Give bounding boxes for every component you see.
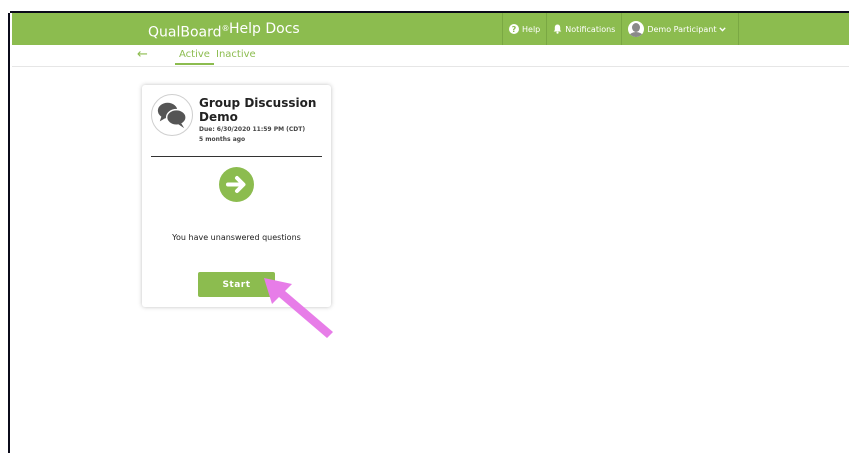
user-name: Demo Participant (647, 24, 717, 34)
chat-bubbles-icon (157, 102, 187, 129)
chevron-down-icon (719, 26, 727, 32)
divider (151, 156, 322, 157)
brand-logo[interactable]: QualBoard® (148, 13, 230, 45)
tab-inactive[interactable]: Inactive (216, 49, 256, 63)
question-icon: ? (509, 24, 519, 34)
avatar-icon (628, 21, 645, 37)
navbar-right: ? Help Notifications Demo Participant (502, 13, 740, 45)
notifications-label: Notifications (565, 24, 616, 34)
help-label: Help (522, 24, 541, 34)
arrow-right-icon (226, 176, 246, 193)
notifications-button[interactable]: Notifications (546, 13, 621, 45)
help-docs-link[interactable]: Help Docs (229, 13, 300, 45)
activity-title: Group Discussion Demo (199, 96, 317, 124)
go-arrow-button[interactable] (219, 167, 254, 202)
discussion-avatar (151, 94, 193, 136)
relative-time: 5 months ago (199, 136, 246, 143)
back-arrow-icon[interactable]: ← (137, 47, 148, 62)
top-navbar: QualBoard® Help Docs ? Help Notification… (12, 13, 849, 45)
brand-name: QualBoard (148, 24, 222, 41)
activity-card: Group Discussion Demo Due: 6/30/2020 11:… (142, 85, 331, 307)
annotation-arrow-icon (264, 278, 333, 338)
due-date: Due: 6/30/2020 11:59 PM (CDT) (199, 126, 306, 133)
tab-active[interactable]: Active (175, 49, 214, 65)
bell-icon (553, 24, 562, 34)
user-menu[interactable]: Demo Participant (621, 13, 740, 45)
status-message: You have unanswered questions (172, 233, 301, 242)
sub-navigation: ← Active Inactive (12, 45, 849, 67)
frame-border-left (0, 13, 10, 453)
help-button[interactable]: ? Help (502, 13, 546, 45)
